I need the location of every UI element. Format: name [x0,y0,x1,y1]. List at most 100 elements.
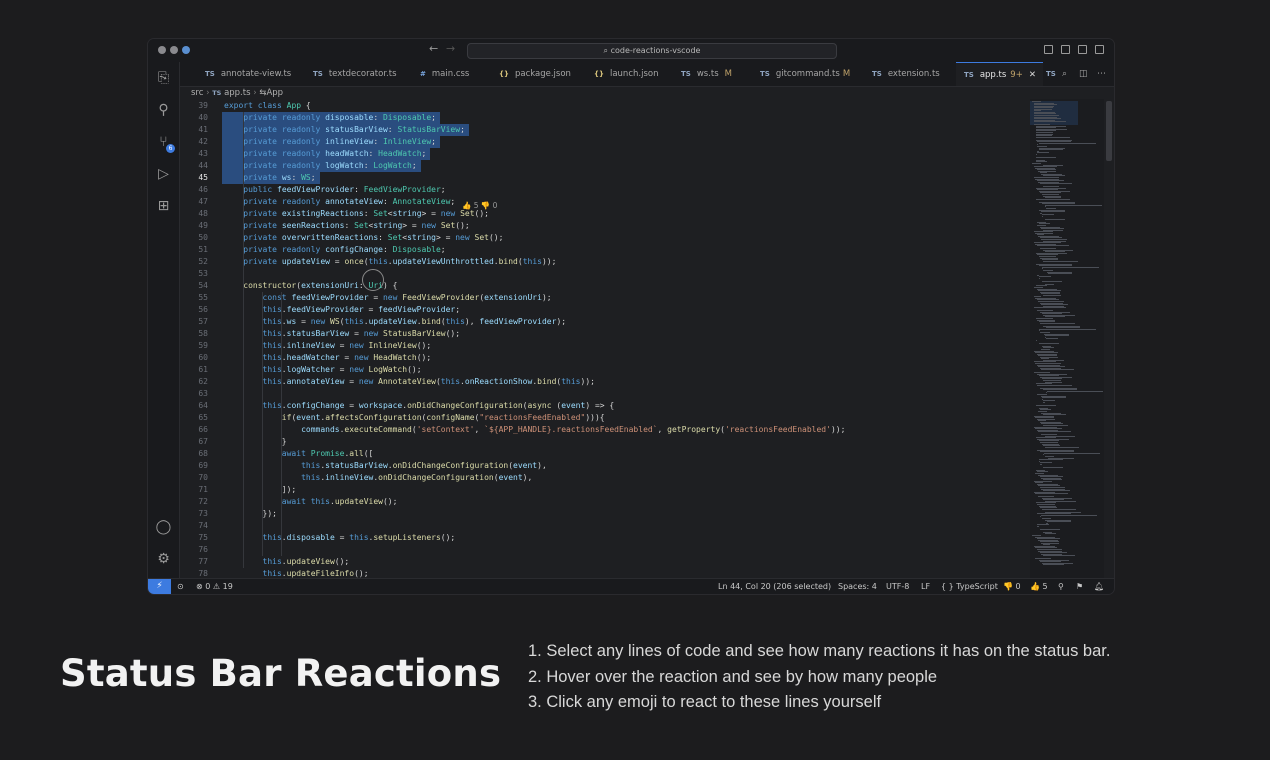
code-line[interactable]: 54 constructor(extensionUri: Uri) { [180,280,1030,292]
code-line[interactable]: 73 }); [180,508,1030,520]
line-number: 69 [198,461,208,470]
tab-gitcommand[interactable]: TS gitcommand.ts M [760,62,850,86]
code-line[interactable]: 78 this.updateFileInfo(); [180,568,1030,578]
indentation[interactable]: Spaces: 4 [838,579,877,594]
minimap[interactable] [1030,99,1104,578]
line-number: 55 [198,293,208,302]
language-mode[interactable]: { } TypeScript [941,579,998,594]
minimap-line [1040,463,1042,465]
nav-back-button[interactable]: ← [429,42,438,55]
tab-app-ts[interactable]: TS app.ts 9+ ✕ [956,62,1043,86]
code-editor[interactable]: 👍 5 👎 0 39 export class App {40 private r… [180,99,1030,578]
code-line[interactable]: 68 await Promise.all([ [180,448,1030,460]
code-line[interactable]: 67 } [180,436,1030,448]
tab-extension[interactable]: TS extension.ts [872,62,940,86]
code-line[interactable]: 45 private ws: WS; [180,172,1030,184]
code-line[interactable]: 39 export class App { [180,100,1030,112]
tab-overflow[interactable]: TS [1046,62,1062,86]
code-line[interactable]: 48 private existingReactions: Set<string… [180,208,1030,220]
ts-file-icon: TS [1046,70,1056,78]
breadcrumb-folder[interactable]: src [191,88,203,98]
window-maximize-button[interactable] [182,46,190,54]
code-line[interactable]: 64 this.configChange = workspace.onDidCh… [180,400,1030,412]
code-line[interactable]: 76 [180,544,1030,556]
window-minimize-button[interactable] [170,46,178,54]
code-line[interactable]: 44 private readonly logWatch: LogWatch; [180,160,1030,172]
tab-main-css[interactable]: # main.css [420,62,469,86]
thumbs-up-reaction[interactable]: 👍 5 [1030,579,1048,594]
toggle-sidebar-icon[interactable] [1044,45,1053,54]
encoding[interactable]: UTF-8 [886,579,909,594]
remote-indicator[interactable]: ⚡ [148,579,171,594]
breadcrumb-file[interactable]: app.ts [224,88,250,98]
code-line[interactable]: 59 this.inlineView = new InlineView(); [180,340,1030,352]
copilot-icon[interactable]: ⚲ [1058,579,1064,594]
code-line[interactable]: 69 this.statusBarView.onDidChangeConfigu… [180,460,1030,472]
code-text: private readonly disposable: Disposable; [243,113,436,122]
code-line[interactable]: 66 commands.executeCommand('setContext',… [180,424,1030,436]
search-icon[interactable]: ⚲ [155,102,172,119]
tab-textdecorator[interactable]: TS textdecorator.ts [313,62,397,86]
explorer-icon[interactable]: ⎘ [155,70,172,87]
settings-gear-icon[interactable]: ⚙ [155,551,172,568]
code-line[interactable]: 75 this.disposable = this.setupListeners… [180,532,1030,544]
nav-forward-button[interactable]: → [446,42,455,55]
notifications-bell-icon[interactable]: 🔔︎ [1094,579,1104,594]
code-line[interactable]: 57 this.ws = new WS(this.updateView.bind… [180,316,1030,328]
account-icon[interactable]: ◯ [155,519,172,536]
code-line[interactable]: 77 this.updateView(); [180,556,1030,568]
breadcrumb-symbol[interactable]: App [266,88,283,98]
code-line[interactable]: 50 private overwrittenReactions: Set<str… [180,232,1030,244]
ports-icon[interactable]: ⊙ [177,579,184,594]
cursor-position[interactable]: Ln 44, Col 20 (206 selected) [718,579,831,594]
tab-annotate-view[interactable]: TS annotate-view.ts [205,62,291,86]
code-line[interactable]: 71 ]); [180,484,1030,496]
code-line[interactable]: 43 private readonly headWatch: HeadWatch… [180,148,1030,160]
tab-package-json[interactable]: {} package.json [499,62,571,86]
code-line[interactable]: 52 private updateView = once(this.update… [180,256,1030,268]
code-line[interactable]: 47 private readonly annotateView: Annota… [180,196,1030,208]
tab-launch-json[interactable]: {} launch.json [594,62,658,86]
toggle-secondary-sidebar-icon[interactable] [1078,45,1087,54]
close-tab-icon[interactable]: ✕ [1029,70,1036,80]
minimap-line [1035,136,1071,138]
code-line[interactable]: 74 [180,520,1030,532]
code-line[interactable]: 53 [180,268,1030,280]
code-line[interactable]: 56 this.feedViewProvider = feedViewProvi… [180,304,1030,316]
window-close-button[interactable] [158,46,166,54]
line-ending[interactable]: LF [921,579,930,594]
problem-count: 9+ [1010,70,1023,80]
code-line[interactable]: 72 await this.updateView(); [180,496,1030,508]
code-line[interactable]: 63 [180,388,1030,400]
code-line[interactable]: 60 this.headWatcher = new HeadWatch(); [180,352,1030,364]
code-line[interactable]: 42 private readonly inlineView: InlineVi… [180,136,1030,148]
feedback-icon[interactable]: ⚑ [1076,579,1083,594]
code-line[interactable]: 46 public feedViewProvider: FeedViewProv… [180,184,1030,196]
editor-scrollbar[interactable] [1106,101,1112,161]
line-number: 51 [198,245,208,254]
more-actions-icon[interactable]: ⋯ [1097,62,1106,86]
customize-layout-icon[interactable] [1095,45,1104,54]
extensions-icon[interactable]: ⊞ [155,198,172,215]
code-line[interactable]: 58 this.statusBarView = new StatusBarVie… [180,328,1030,340]
code-text: this.logWatcher = new LogWatch(); [262,365,422,374]
code-line[interactable]: 51 private readonly configChange: Dispos… [180,244,1030,256]
code-line[interactable]: 55 const feedViewProvider = new FeedView… [180,292,1030,304]
thumbs-down-reaction[interactable]: 👎 0 [1003,579,1021,594]
command-center-search[interactable]: ⌕ code-reactions-vscode [467,43,837,59]
split-editor-icon[interactable]: ◫ [1079,62,1088,86]
code-line[interactable]: 41 private readonly statusBarView: Statu… [180,124,1030,136]
code-line[interactable]: 49 private seenReactions: Set<string> = … [180,220,1030,232]
code-line[interactable]: 40 private readonly disposable: Disposab… [180,112,1030,124]
run-debug-icon[interactable]: ▷ [155,166,172,183]
tab-ws-ts[interactable]: TS ws.ts M [681,62,732,86]
code-line[interactable]: 65 if(event.affectsConfiguration(configN… [180,412,1030,424]
open-changes-icon[interactable]: ⌕ [1062,62,1067,86]
problems-indicator[interactable]: ⊗ 0 ⚠ 19 [196,579,233,594]
minimap-line [1040,462,1053,464]
code-line[interactable]: 62 this.annotateView = new AnnotateView(… [180,376,1030,388]
code-line[interactable]: 70 this.inlineView.onDidChangeConfigurat… [180,472,1030,484]
toggle-panel-icon[interactable] [1061,45,1070,54]
code-text: private ws: WS; [243,173,316,182]
code-line[interactable]: 61 this.logWatcher = new LogWatch(); [180,364,1030,376]
